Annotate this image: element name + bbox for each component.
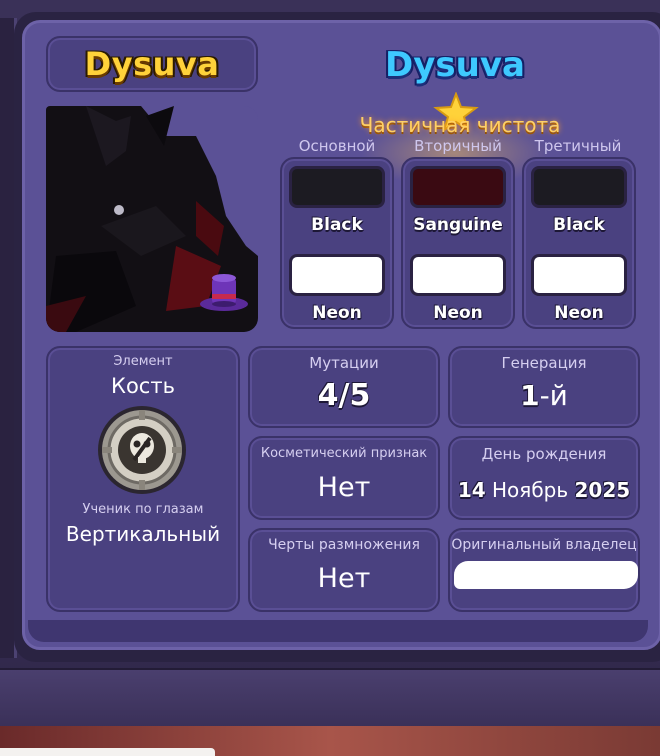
cosmetic-label: Косметический признак bbox=[260, 446, 428, 461]
breeding-label: Черты размножения bbox=[268, 537, 420, 553]
color-name-secondary: Sanguine bbox=[413, 215, 503, 235]
color-label-primary: Основной bbox=[298, 137, 376, 155]
neon-name-secondary: Neon bbox=[433, 303, 483, 323]
neon-swatch-secondary[interactable] bbox=[410, 254, 506, 296]
color-swatch-secondary[interactable] bbox=[410, 166, 506, 208]
panel-bottom-shadow bbox=[28, 620, 648, 642]
color-swatch-tertiary[interactable] bbox=[531, 166, 627, 208]
neon-name-tertiary: Neon bbox=[554, 303, 604, 323]
birthday-day: 14 bbox=[457, 478, 486, 502]
breeding-value: Нет bbox=[317, 563, 371, 594]
owner-label: Оригинальный владелец bbox=[451, 537, 637, 553]
bottom-white-element bbox=[0, 748, 215, 756]
eye-value: Вертикальный bbox=[65, 522, 221, 546]
color-name-primary: Black bbox=[311, 215, 363, 235]
birthday-value: 14 Ноябрь 2025 bbox=[448, 478, 640, 502]
color-label-tertiary: Третичный bbox=[534, 137, 622, 155]
mutations-label: Мутации bbox=[309, 354, 379, 372]
bottom-bar bbox=[0, 668, 660, 728]
generation-label: Генерация bbox=[501, 354, 587, 372]
neon-swatch-tertiary[interactable] bbox=[531, 254, 627, 296]
neon-name-primary: Neon bbox=[312, 303, 362, 323]
purity-label: Частичная чистота bbox=[359, 113, 561, 137]
color-swatch-primary[interactable] bbox=[289, 166, 385, 208]
birthday-year: 2025 bbox=[574, 478, 631, 502]
mutations-value: 4/5 bbox=[317, 378, 371, 413]
generation-value: 1-й bbox=[448, 379, 640, 412]
cosmetic-value: Нет bbox=[317, 472, 371, 503]
color-name-tertiary: Black bbox=[553, 215, 605, 235]
birthday-label: День рождения bbox=[481, 445, 607, 463]
generation-suffix: -й bbox=[539, 379, 568, 412]
pet-name-left: Dysuva bbox=[84, 45, 220, 83]
color-label-secondary: Вторичный bbox=[414, 137, 502, 155]
birthday-month: Ноябрь bbox=[492, 478, 569, 502]
top-hat-accessory-icon bbox=[196, 270, 252, 312]
element-value: Кость bbox=[111, 374, 175, 398]
element-label: Элемент bbox=[113, 354, 173, 369]
pet-name-right: Dysuva bbox=[385, 45, 525, 85]
generation-number: 1 bbox=[520, 379, 540, 412]
owner-censor bbox=[454, 561, 638, 589]
neon-swatch-primary[interactable] bbox=[289, 254, 385, 296]
bone-element-gear-icon bbox=[96, 404, 188, 496]
eye-label: Ученик по глазам bbox=[82, 502, 204, 517]
